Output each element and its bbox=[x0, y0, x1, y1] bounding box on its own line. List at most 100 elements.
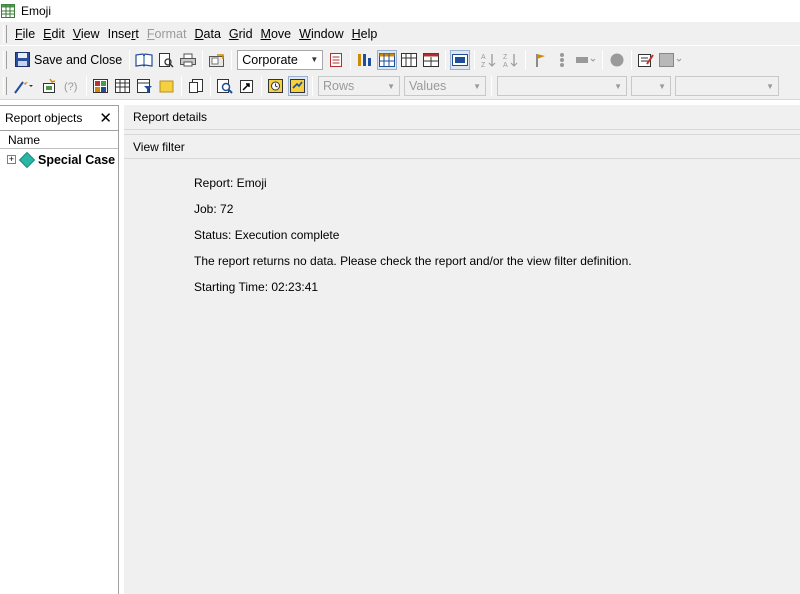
toolbar-separator bbox=[231, 49, 233, 70]
form-document-icon[interactable] bbox=[326, 50, 346, 70]
report-objects-header: Report objects ✕ bbox=[0, 106, 118, 131]
window-title: Emoji bbox=[21, 3, 52, 18]
new-object-icon[interactable] bbox=[40, 76, 60, 96]
report-objects-title: Report objects bbox=[5, 111, 83, 125]
note-icon[interactable] bbox=[157, 76, 177, 96]
view-filter-label: View filter bbox=[133, 139, 185, 154]
chevron-down-icon: ▼ bbox=[614, 81, 622, 91]
schedule-icon[interactable] bbox=[266, 76, 286, 96]
grid-columns-icon[interactable] bbox=[355, 50, 375, 70]
values-combo[interactable]: Values ▼ bbox=[404, 76, 486, 96]
toolbar-separator bbox=[445, 49, 447, 70]
menu-move[interactable]: Move bbox=[257, 27, 296, 41]
svg-text:Z: Z bbox=[481, 62, 486, 68]
title-bar: Emoji bbox=[0, 0, 800, 21]
diamond-attribute-icon bbox=[19, 151, 35, 168]
menu-file[interactable]: File bbox=[11, 27, 39, 41]
toolbar-separator bbox=[631, 49, 633, 70]
menu-edit[interactable]: Edit bbox=[39, 27, 69, 41]
toolbar-separator bbox=[350, 49, 352, 70]
font-name-combo[interactable]: ▼ bbox=[497, 76, 627, 96]
rows-combo-value: Rows bbox=[323, 79, 355, 93]
edit-chart-icon[interactable] bbox=[636, 50, 656, 70]
toolbar-separator bbox=[261, 76, 262, 96]
menu-view[interactable]: View bbox=[69, 27, 104, 41]
svg-text:A: A bbox=[481, 54, 486, 61]
format-combo[interactable]: ▼ bbox=[675, 76, 779, 96]
wizard-wand-icon[interactable] bbox=[12, 76, 38, 96]
grid-graph-icon[interactable] bbox=[421, 50, 441, 70]
toolbar-separator bbox=[129, 49, 131, 70]
svg-text:(?): (?) bbox=[64, 81, 77, 93]
toolbar-separator bbox=[86, 76, 87, 96]
toolbar-separator bbox=[525, 49, 527, 70]
menu-window[interactable]: Window bbox=[295, 27, 347, 41]
svg-text:A: A bbox=[503, 62, 508, 68]
starting-time-line: Starting Time: 02:23:41 bbox=[194, 280, 319, 294]
rows-combo[interactable]: Rows ▼ bbox=[318, 76, 400, 96]
tree-item-label: Special Case bbox=[38, 152, 116, 167]
find-report-icon[interactable] bbox=[215, 76, 235, 96]
menu-insert[interactable]: Insert bbox=[104, 27, 143, 41]
printer-icon[interactable] bbox=[178, 50, 198, 70]
chevron-down-icon: ▼ bbox=[473, 81, 481, 91]
menu-format[interactable]: Format bbox=[143, 27, 191, 41]
no-data-message: The report returns no data. Please check… bbox=[194, 254, 632, 268]
save-and-close-button[interactable]: Save and Close bbox=[11, 49, 126, 71]
subtotals-icon[interactable] bbox=[574, 50, 598, 70]
grid-view-icon[interactable] bbox=[377, 49, 398, 70]
floppy-disk-icon bbox=[15, 52, 30, 67]
report-view-area: Report details View filter Report: Emoji… bbox=[124, 105, 800, 594]
job-line: Job: 72 bbox=[194, 202, 234, 216]
swap-rows-columns-icon[interactable] bbox=[552, 50, 572, 70]
name-column-header[interactable]: Name bbox=[0, 133, 118, 149]
chevron-down-icon: ▼ bbox=[387, 81, 395, 91]
sql-view-icon[interactable] bbox=[450, 49, 471, 70]
report-filter-icon[interactable] bbox=[135, 76, 155, 96]
toolbar-separator bbox=[474, 49, 476, 70]
menubar-grip[interactable] bbox=[3, 24, 7, 43]
report-objects-panel: Report objects ✕ Name + Special Case bbox=[0, 105, 119, 594]
toolbar-grip[interactable] bbox=[3, 77, 7, 95]
export-icon[interactable] bbox=[207, 50, 227, 70]
menu-data[interactable]: Data bbox=[190, 27, 224, 41]
page-by-icon[interactable] bbox=[186, 76, 206, 96]
values-combo-value: Values bbox=[409, 79, 447, 93]
toolbar-grip[interactable] bbox=[3, 50, 7, 69]
save-and-close-label: Save and Close bbox=[34, 52, 123, 67]
thresholds-icon[interactable] bbox=[91, 76, 111, 96]
chevron-down-icon: ▼ bbox=[766, 81, 774, 91]
report-grid-icon[interactable] bbox=[113, 76, 133, 96]
chart-type-icon[interactable] bbox=[658, 50, 684, 70]
font-size-combo[interactable]: ▼ bbox=[631, 76, 671, 96]
sort-ascending-icon[interactable]: AZ bbox=[479, 50, 499, 70]
menu-grid[interactable]: Grid bbox=[225, 27, 257, 41]
toolbar-separator bbox=[210, 76, 211, 96]
stop-icon[interactable] bbox=[607, 50, 627, 70]
chevron-down-icon: ▼ bbox=[310, 55, 319, 64]
sort-descending-icon[interactable]: ZA bbox=[501, 50, 521, 70]
open-book-icon[interactable] bbox=[134, 50, 154, 70]
toolbar-separator bbox=[181, 76, 182, 96]
status-line: Status: Execution complete bbox=[194, 228, 340, 242]
menu-help[interactable]: Help bbox=[348, 27, 382, 41]
report-toolbar: (?) Rows ▼ Values ▼ ▼ ▼ ▼ bbox=[0, 73, 800, 100]
drill-icon[interactable] bbox=[237, 76, 257, 96]
close-icon[interactable]: ✕ bbox=[99, 111, 112, 126]
standard-toolbar: Save and Close Corporate ▼ AZ ZA bbox=[0, 46, 800, 73]
report-name-line: Report: Emoji bbox=[194, 176, 267, 190]
subscription-icon[interactable] bbox=[288, 76, 308, 96]
view-filter-bar[interactable]: View filter bbox=[124, 134, 800, 159]
report-details-label: Report details bbox=[133, 110, 208, 124]
print-preview-icon[interactable] bbox=[156, 50, 176, 70]
chevron-down-icon: ▼ bbox=[658, 81, 666, 91]
style-combo[interactable]: Corporate ▼ bbox=[237, 49, 324, 70]
help-question-icon[interactable]: (?) bbox=[62, 76, 82, 96]
expand-plus-icon[interactable]: + bbox=[7, 155, 16, 164]
menu-bar: File Edit View Insert Format Data Grid Move Wind… bbox=[0, 22, 800, 45]
graph-view-icon[interactable] bbox=[399, 50, 419, 70]
pivot-flag-icon[interactable] bbox=[530, 50, 550, 70]
toolbar-separator bbox=[602, 49, 604, 70]
tree-item-special-case[interactable]: + Special Case bbox=[0, 151, 118, 168]
report-details-bar[interactable]: Report details bbox=[124, 105, 800, 130]
